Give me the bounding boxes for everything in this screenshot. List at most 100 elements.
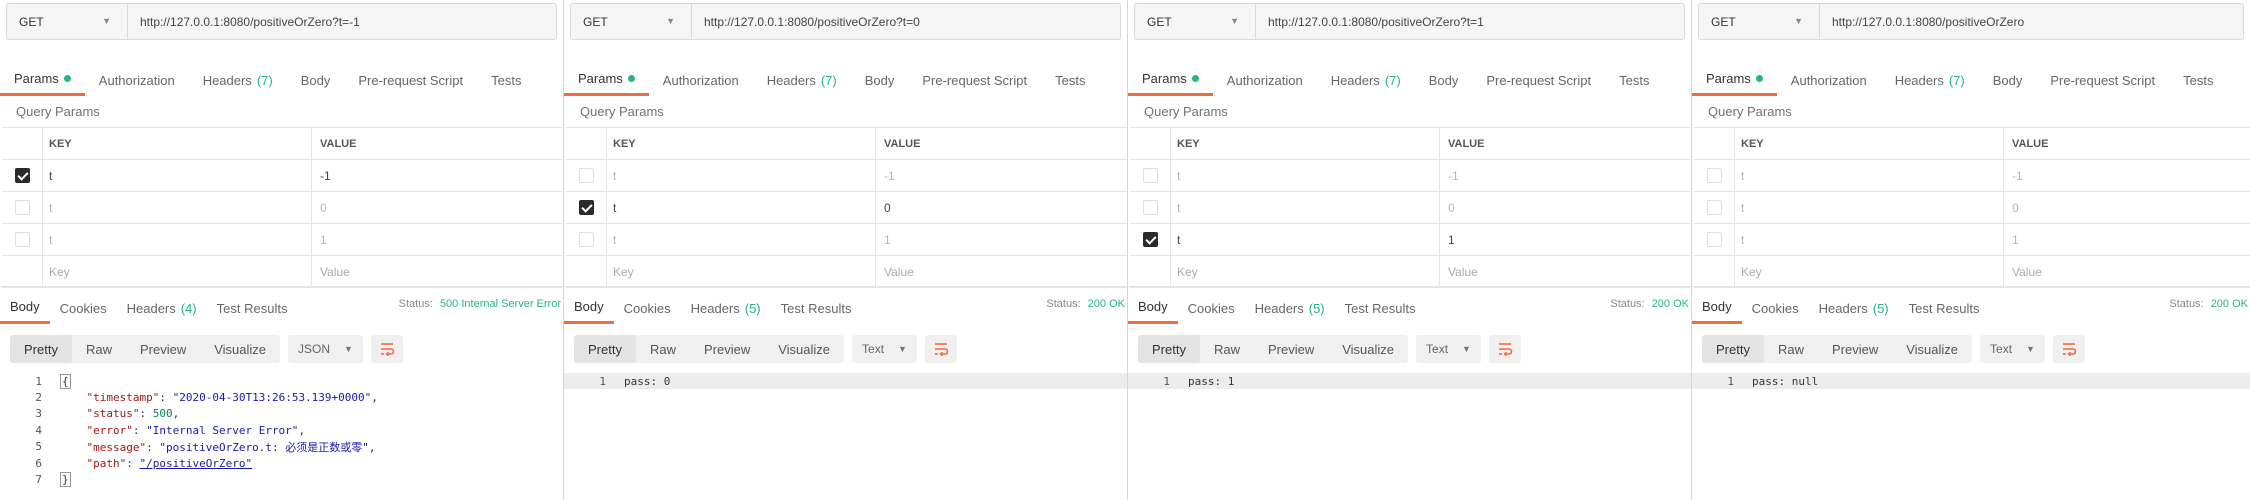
wrap-lines-button[interactable]: [924, 335, 957, 363]
format-pretty[interactable]: Pretty: [10, 335, 72, 363]
tab-tests[interactable]: Tests: [2169, 64, 2227, 96]
format-preview[interactable]: Preview: [1818, 335, 1892, 363]
url-input[interactable]: http://127.0.0.1:8080/positiveOrZero?t=0: [691, 3, 1121, 40]
new-key-input[interactable]: Key: [1170, 256, 1440, 287]
tab-headers[interactable]: Headers (7): [1317, 64, 1415, 96]
format-visualize[interactable]: Visualize: [1328, 335, 1408, 363]
new-key-input[interactable]: Key: [42, 256, 312, 287]
param-checkbox[interactable]: [14, 200, 30, 215]
tab-body[interactable]: Body: [287, 64, 345, 96]
tab-body[interactable]: Body: [1415, 64, 1473, 96]
url-input[interactable]: http://127.0.0.1:8080/positiveOrZero?t=1: [1255, 3, 1685, 40]
format-raw[interactable]: Raw: [636, 335, 690, 363]
param-value[interactable]: -1: [1440, 160, 1691, 191]
res-tab-headers[interactable]: Headers (5): [681, 292, 771, 324]
tab-tests[interactable]: Tests: [477, 64, 535, 96]
param-value[interactable]: 0: [1440, 192, 1691, 223]
wrap-lines-button[interactable]: [2052, 335, 2085, 363]
tab-tests[interactable]: Tests: [1605, 64, 1663, 96]
format-pretty[interactable]: Pretty: [574, 335, 636, 363]
res-tab-cookies[interactable]: Cookies: [614, 292, 681, 324]
format-raw[interactable]: Raw: [1764, 335, 1818, 363]
tab-params[interactable]: Params: [564, 64, 649, 96]
param-value[interactable]: 1: [312, 224, 563, 255]
tab-params[interactable]: Params: [1692, 64, 1777, 96]
param-key[interactable]: t: [42, 160, 312, 191]
res-tab-test-results[interactable]: Test Results: [771, 292, 862, 324]
new-value-input[interactable]: Value: [1440, 256, 1691, 287]
param-key[interactable]: t: [1170, 192, 1440, 223]
res-tab-headers[interactable]: Headers (5): [1809, 292, 1899, 324]
tab-params[interactable]: Params: [0, 64, 85, 96]
format-pretty[interactable]: Pretty: [1702, 335, 1764, 363]
param-key[interactable]: t: [1170, 160, 1440, 191]
tab-headers[interactable]: Headers (7): [1881, 64, 1979, 96]
res-tab-headers[interactable]: Headers (5): [1245, 292, 1335, 324]
param-value[interactable]: 0: [876, 192, 1127, 223]
format-raw[interactable]: Raw: [1200, 335, 1254, 363]
tab-prerequest-script[interactable]: Pre-request Script: [908, 64, 1041, 96]
tab-authorization[interactable]: Authorization: [649, 64, 753, 96]
param-key[interactable]: t: [42, 192, 312, 223]
res-tab-body[interactable]: Body: [0, 292, 50, 324]
param-key[interactable]: t: [606, 160, 876, 191]
url-input[interactable]: http://127.0.0.1:8080/positiveOrZero?t=-…: [127, 3, 557, 40]
param-value[interactable]: 1: [1440, 224, 1691, 255]
new-value-input[interactable]: Value: [2004, 256, 2250, 287]
param-checkbox[interactable]: [578, 232, 594, 247]
res-tab-test-results[interactable]: Test Results: [1335, 292, 1426, 324]
method-select[interactable]: GET ▼: [6, 3, 127, 40]
language-select[interactable]: JSON ▼: [288, 335, 363, 363]
param-key[interactable]: t: [1734, 192, 2004, 223]
url-input[interactable]: http://127.0.0.1:8080/positiveOrZero: [1819, 3, 2244, 40]
tab-params[interactable]: Params: [1128, 64, 1213, 96]
param-key[interactable]: t: [1734, 224, 2004, 255]
tab-authorization[interactable]: Authorization: [1213, 64, 1317, 96]
res-tab-test-results[interactable]: Test Results: [1899, 292, 1990, 324]
method-select[interactable]: GET ▼: [570, 3, 691, 40]
param-checkbox[interactable]: [14, 168, 30, 183]
param-checkbox[interactable]: [1142, 232, 1158, 247]
tab-headers[interactable]: Headers (7): [753, 64, 851, 96]
json-value[interactable]: "/positiveOrZero": [140, 457, 253, 470]
param-value[interactable]: -1: [2004, 160, 2250, 191]
new-key-input[interactable]: Key: [606, 256, 876, 287]
param-value[interactable]: 0: [312, 192, 563, 223]
param-checkbox[interactable]: [578, 168, 594, 183]
format-pretty[interactable]: Pretty: [1138, 335, 1200, 363]
tab-tests[interactable]: Tests: [1041, 64, 1099, 96]
format-preview[interactable]: Preview: [690, 335, 764, 363]
wrap-lines-button[interactable]: [370, 335, 403, 363]
res-tab-body[interactable]: Body: [1128, 292, 1178, 324]
param-checkbox[interactable]: [14, 232, 30, 247]
format-preview[interactable]: Preview: [126, 335, 200, 363]
new-value-input[interactable]: Value: [876, 256, 1127, 287]
param-checkbox[interactable]: [578, 200, 594, 215]
param-key[interactable]: t: [606, 192, 876, 223]
res-tab-test-results[interactable]: Test Results: [207, 292, 298, 324]
param-checkbox[interactable]: [1706, 200, 1722, 215]
param-checkbox[interactable]: [1706, 232, 1722, 247]
param-key[interactable]: t: [1170, 224, 1440, 255]
param-checkbox[interactable]: [1142, 168, 1158, 183]
res-tab-body[interactable]: Body: [1692, 292, 1742, 324]
format-preview[interactable]: Preview: [1254, 335, 1328, 363]
tab-prerequest-script[interactable]: Pre-request Script: [344, 64, 477, 96]
param-value[interactable]: 1: [876, 224, 1127, 255]
param-key[interactable]: t: [42, 224, 312, 255]
tab-prerequest-script[interactable]: Pre-request Script: [1472, 64, 1605, 96]
tab-body[interactable]: Body: [1979, 64, 2037, 96]
res-tab-cookies[interactable]: Cookies: [1742, 292, 1809, 324]
language-select[interactable]: Text ▼: [1416, 335, 1481, 363]
param-value[interactable]: 0: [2004, 192, 2250, 223]
tab-authorization[interactable]: Authorization: [85, 64, 189, 96]
param-value[interactable]: 1: [2004, 224, 2250, 255]
new-key-input[interactable]: Key: [1734, 256, 2004, 287]
res-tab-headers[interactable]: Headers (4): [117, 292, 207, 324]
param-key[interactable]: t: [1734, 160, 2004, 191]
language-select[interactable]: Text ▼: [852, 335, 917, 363]
param-value[interactable]: -1: [312, 160, 563, 191]
new-value-input[interactable]: Value: [312, 256, 563, 287]
language-select[interactable]: Text ▼: [1980, 335, 2045, 363]
param-checkbox[interactable]: [1706, 168, 1722, 183]
